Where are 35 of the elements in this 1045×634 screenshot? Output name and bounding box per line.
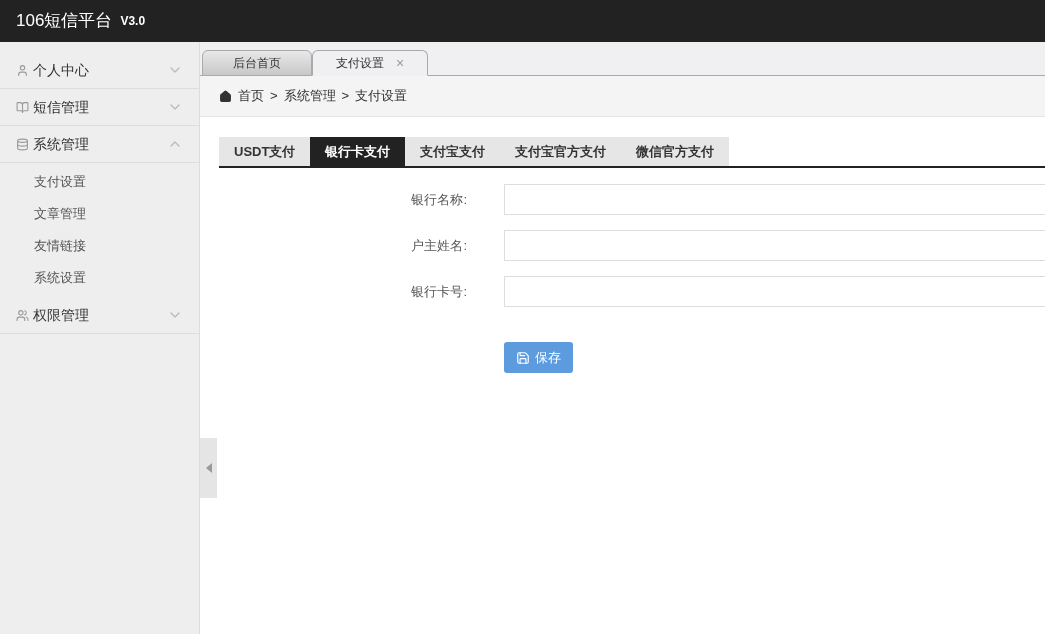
field-label: 银行卡号: xyxy=(410,282,468,301)
input-field[interactable] xyxy=(504,230,1045,261)
field-label: 户主姓名: xyxy=(410,236,468,255)
payment-tab[interactable]: 银行卡支付 xyxy=(310,137,406,166)
breadcrumb-separator: > xyxy=(341,87,350,106)
save-icon xyxy=(516,350,530,365)
home-icon xyxy=(219,89,232,103)
submenu-item[interactable]: 友情链接 xyxy=(0,230,199,262)
input-field[interactable] xyxy=(504,184,1045,215)
menu-icon xyxy=(16,63,29,77)
payment-tab[interactable]: 支付宝支付 xyxy=(405,137,501,166)
menu-icon xyxy=(16,137,29,151)
submenu-item[interactable]: 支付设置 xyxy=(0,166,199,198)
breadcrumb-link[interactable]: 首页 xyxy=(238,86,264,106)
version-label: V3.0 xyxy=(120,13,146,30)
breadcrumb-separator: > xyxy=(270,87,278,106)
menu-icon xyxy=(16,100,29,114)
field-label: 银行名称: xyxy=(410,190,468,209)
menu-icon xyxy=(16,308,29,322)
collapse-arrow-icon xyxy=(205,463,212,473)
payment-tab[interactable]: 支付宝官方支付 xyxy=(500,137,622,166)
breadcrumb-link[interactable]: 系统管理 xyxy=(283,86,336,106)
submenu-item[interactable]: 文章管理 xyxy=(0,198,199,230)
payment-tab[interactable]: USDT支付 xyxy=(219,137,311,166)
page-tab[interactable]: 后台首页 xyxy=(202,50,312,76)
payment-tab[interactable]: 微信官方支付 xyxy=(621,137,730,166)
submenu-item[interactable]: 系统设置 xyxy=(0,262,199,294)
page-tab[interactable]: 支付设置 × xyxy=(312,50,428,76)
sidebar-menu-item[interactable]: 个人中心 xyxy=(0,52,199,89)
collapse-handle[interactable] xyxy=(200,438,217,498)
sidebar-menu-item[interactable]: 系统管理 xyxy=(0,126,199,163)
sidebar-menu-item[interactable]: 权限管理 xyxy=(0,297,199,334)
input-field[interactable] xyxy=(504,276,1045,307)
sidebar-menu-item[interactable]: 短信管理 xyxy=(0,89,199,126)
app-title: 106短信平台 xyxy=(16,10,113,33)
